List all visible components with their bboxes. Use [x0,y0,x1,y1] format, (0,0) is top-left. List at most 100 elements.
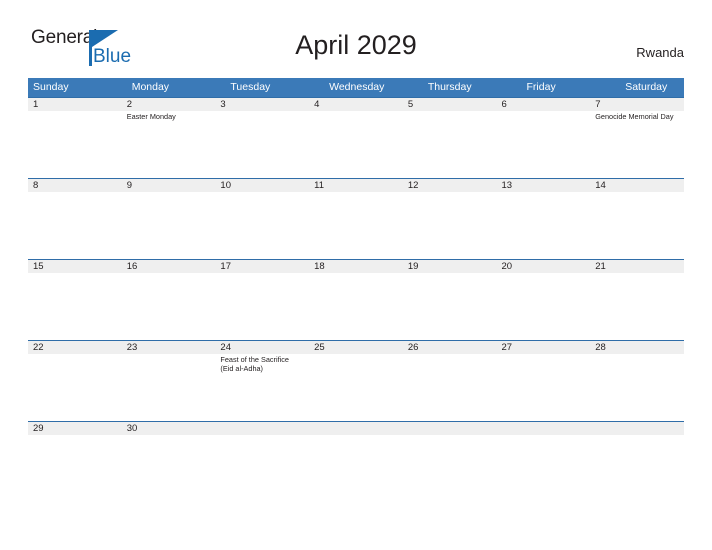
day-cell[interactable] [309,354,403,421]
day-number[interactable]: 7 [590,98,684,111]
day-cell[interactable] [497,192,591,259]
day-cell [497,435,591,443]
day-number [590,422,684,435]
day-cell[interactable] [403,354,497,421]
day-cell[interactable] [122,273,216,340]
weekday-header-saturday: Saturday [625,81,668,93]
day-number[interactable]: 19 [403,260,497,273]
day-number[interactable]: 27 [497,341,591,354]
day-cell[interactable] [497,273,591,340]
calendar-week-row: 29 30 [28,421,684,443]
day-cell[interactable] [122,192,216,259]
week-date-band: 29 30 [28,422,684,435]
day-number[interactable]: 4 [309,98,403,111]
page-header: General Blue April 2029 Rwanda [0,0,712,67]
week-date-band: 22 23 24 25 26 27 28 [28,341,684,354]
day-cell[interactable] [215,273,309,340]
day-number[interactable]: 11 [309,179,403,192]
day-number [215,422,309,435]
day-cell[interactable]: Genocide Memorial Day [590,111,684,178]
day-cell[interactable]: Feast of the Sacrifice (Eid al-Adha) [215,354,309,421]
day-cell[interactable] [403,273,497,340]
day-number[interactable]: 28 [590,341,684,354]
day-number[interactable]: 20 [497,260,591,273]
day-number[interactable]: 18 [309,260,403,273]
calendar-week-row: 15 16 17 18 19 20 21 [28,259,684,340]
day-number[interactable]: 16 [122,260,216,273]
weekday-header-thursday: Thursday [427,81,472,93]
day-cell [590,435,684,443]
day-cell[interactable] [215,192,309,259]
calendar-week-row: 22 23 24 25 26 27 28 Feast of the Sacrif… [28,340,684,421]
day-number[interactable]: 8 [28,179,122,192]
day-cell [215,435,309,443]
day-cell[interactable] [403,111,497,178]
weekday-header-monday: Monday [131,81,170,93]
day-number[interactable]: 26 [403,341,497,354]
country-label: Rwanda [636,45,684,60]
day-cell[interactable] [497,354,591,421]
day-cell[interactable] [122,435,216,443]
day-cell[interactable] [215,111,309,178]
day-number[interactable]: 6 [497,98,591,111]
day-cell[interactable] [590,192,684,259]
day-number[interactable]: 2 [122,98,216,111]
day-number[interactable]: 10 [215,179,309,192]
weekday-header-sunday: Sunday [33,81,69,93]
day-number [403,422,497,435]
day-cell[interactable] [28,111,122,178]
week-event-band: Easter Monday Genocide Memorial Day [28,111,684,178]
day-cell[interactable] [122,354,216,421]
day-cell[interactable] [309,273,403,340]
weekday-header-friday: Friday [526,81,556,93]
day-number [497,422,591,435]
week-event-band: Feast of the Sacrifice (Eid al-Adha) [28,354,684,421]
day-cell[interactable] [309,111,403,178]
week-event-band [28,435,684,443]
day-number[interactable]: 22 [28,341,122,354]
day-number[interactable]: 14 [590,179,684,192]
calendar-week-row: 1 2 3 4 5 6 7 Easter Monday Genocide Mem… [28,97,684,178]
day-number[interactable]: 23 [122,341,216,354]
day-number[interactable]: 24 [215,341,309,354]
day-number[interactable]: 25 [309,341,403,354]
day-event: Genocide Memorial Day [595,112,674,121]
day-event: Feast of the Sacrifice (Eid al-Adha) [220,355,289,374]
week-date-band: 1 2 3 4 5 6 7 [28,98,684,111]
day-number[interactable]: 21 [590,260,684,273]
day-number[interactable]: 3 [215,98,309,111]
weekday-header-tuesday: Tuesday [230,81,271,93]
day-event: Easter Monday [126,112,176,121]
day-number[interactable]: 12 [403,179,497,192]
day-cell[interactable] [309,192,403,259]
week-date-band: 15 16 17 18 19 20 21 [28,260,684,273]
week-date-band: 8 9 10 11 12 13 14 [28,179,684,192]
page-title: April 2029 [295,30,417,60]
day-cell[interactable] [28,435,122,443]
calendar-table: Sunday Monday Tuesday Wednesday Thursday… [28,78,684,443]
day-cell[interactable] [590,354,684,421]
day-number[interactable]: 30 [122,422,216,435]
day-number[interactable]: 1 [28,98,122,111]
day-number[interactable]: 17 [215,260,309,273]
day-number[interactable]: 15 [28,260,122,273]
day-number[interactable]: 29 [28,422,122,435]
day-cell[interactable] [28,354,122,421]
day-number[interactable]: 5 [403,98,497,111]
day-cell[interactable] [28,273,122,340]
day-cell[interactable]: Easter Monday [122,111,216,178]
weekday-header-wednesday: Wednesday [329,81,385,93]
day-cell [309,435,403,443]
day-cell[interactable] [497,111,591,178]
day-number[interactable]: 13 [497,179,591,192]
calendar-week-row: 8 9 10 11 12 13 14 [28,178,684,259]
week-event-band [28,273,684,340]
week-event-band [28,192,684,259]
day-cell[interactable] [590,273,684,340]
day-number[interactable]: 9 [122,179,216,192]
day-cell [403,435,497,443]
day-cell[interactable] [28,192,122,259]
day-number [309,422,403,435]
day-cell[interactable] [403,192,497,259]
weekday-header-row: Sunday Monday Tuesday Wednesday Thursday… [28,78,684,97]
